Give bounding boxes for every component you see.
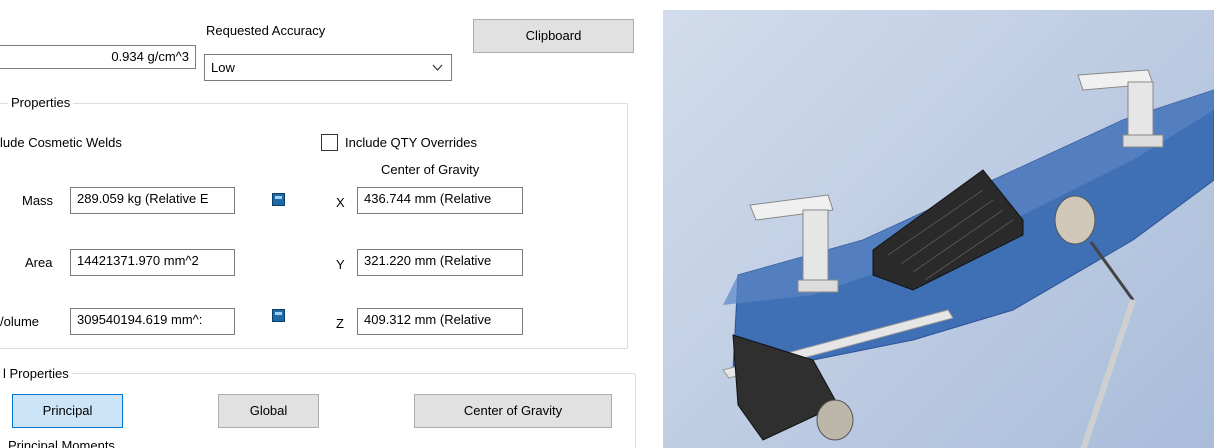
cog-z-value: 409.312 mm (Relative — [364, 312, 492, 327]
accuracy-dropdown[interactable]: Low — [204, 54, 452, 81]
arm-rod — [1080, 299, 1136, 448]
accuracy-selected-value: Low — [211, 60, 235, 75]
center-of-gravity-button[interactable]: Center of Gravity — [414, 394, 612, 428]
iproperties-physical-panel: 0.934 g/cm^3 Requested Accuracy Low Clip… — [0, 0, 655, 448]
inertial-properties-title: l Properties — [0, 366, 72, 381]
cog-z-label: Z — [336, 316, 344, 331]
mass-value: 289.059 kg (Relative E — [77, 191, 209, 206]
front-roller — [816, 399, 854, 441]
mass-label: Mass — [22, 193, 54, 208]
area-field[interactable]: 14421371.970 mm^2 — [70, 249, 235, 276]
cog-x-value: 436.744 mm (Relative — [364, 191, 492, 206]
cog-x-field[interactable]: 436.744 mm (Relative — [357, 187, 523, 214]
cog-y-value: 321.220 mm (Relative — [364, 253, 492, 268]
general-properties-title: Properties — [8, 95, 74, 110]
calculator-icon[interactable] — [272, 309, 285, 322]
center-of-gravity-heading: Center of Gravity — [381, 162, 480, 177]
volume-label: /olume — [0, 314, 40, 329]
model-viewport[interactable] — [663, 10, 1214, 448]
cog-z-field[interactable]: 409.312 mm (Relative — [357, 308, 523, 335]
rear-roller — [1054, 195, 1096, 245]
density-field[interactable]: 0.934 g/cm^3 — [0, 45, 196, 69]
include-qty-overrides-checkbox[interactable] — [321, 134, 338, 151]
calculator-icon[interactable] — [272, 193, 285, 206]
requested-accuracy-label: Requested Accuracy — [206, 23, 326, 38]
cog-y-label: Y — [336, 257, 345, 272]
panel-divider — [655, 0, 663, 448]
density-value: 0.934 g/cm^3 — [111, 49, 189, 64]
clipboard-button[interactable]: Clipboard — [473, 19, 634, 53]
principal-moments-label: Principal Moments — [8, 438, 115, 448]
global-button[interactable]: Global — [218, 394, 319, 428]
cog-x-label: X — [336, 195, 345, 210]
volume-field[interactable]: 309540194.619 mm^: — [70, 308, 235, 335]
area-value: 14421371.970 mm^2 — [77, 253, 199, 268]
cog-y-field[interactable]: 321.220 mm (Relative — [357, 249, 523, 276]
chevron-down-icon — [432, 64, 443, 71]
volume-value: 309540194.619 mm^: — [77, 312, 203, 327]
include-cosmetic-welds-label: lude Cosmetic Welds — [0, 135, 122, 150]
principal-button[interactable]: Principal — [12, 394, 123, 428]
assembly-3d-model — [722, 69, 1214, 448]
include-qty-overrides-label: Include QTY Overrides — [345, 135, 477, 150]
area-label: Area — [25, 255, 53, 270]
mass-field[interactable]: 289.059 kg (Relative E — [70, 187, 235, 214]
